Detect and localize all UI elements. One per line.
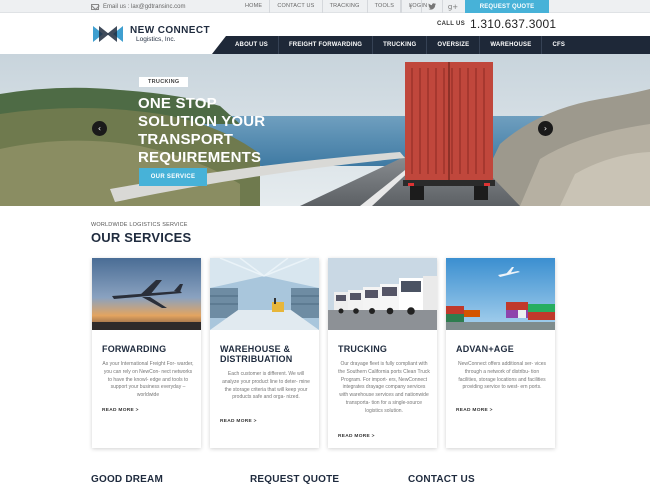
page: Email us : lax@gdtransinc.com HOME CONTA…: [0, 0, 650, 490]
read-more-link[interactable]: READ MORE >: [456, 408, 493, 413]
card-title: WAREHOUSE & DISTRIBUATION: [220, 344, 292, 364]
trucking-image: [328, 258, 437, 330]
top-nav-home[interactable]: HOME: [238, 0, 271, 13]
service-card-advantage[interactable]: ADVAN+AGE NewConnect offers additional s…: [446, 258, 555, 448]
card-description: NewConnect offers additional ser- vices …: [457, 361, 546, 391]
top-nav-contact-us[interactable]: CONTACT US: [270, 0, 323, 13]
email-link[interactable]: Email us : lax@gdtransinc.com: [91, 0, 185, 13]
read-more-link[interactable]: READ MORE >: [102, 408, 139, 413]
services-title: OUR SERVICES: [91, 230, 192, 245]
advantage-image: [446, 258, 555, 330]
service-card-trucking[interactable]: TRUCKING Our drayage fleet is fully comp…: [328, 258, 437, 448]
service-card-warehouse[interactable]: WAREHOUSE & DISTRIBUATION Each customer …: [210, 258, 319, 448]
card-title: ADVAN+AGE: [456, 344, 514, 354]
our-service-button[interactable]: OUR SERVICE: [139, 168, 207, 186]
footer-heading-contact-us: CONTACT US: [408, 474, 475, 485]
call-us-label: CALL US: [437, 21, 465, 27]
warehouse-image: [210, 258, 319, 330]
logo[interactable]: NEW CONNECT Logistics, Inc.: [91, 22, 210, 46]
service-card-forwarding[interactable]: FORWARDING As your International Freight…: [92, 258, 201, 448]
card-description: As your International Freight For- warde…: [102, 361, 194, 399]
logo-name: NEW CONNECT: [130, 24, 210, 36]
card-title-line: TRUCKING: [338, 344, 388, 354]
top-nav-tools[interactable]: TOOLS: [368, 0, 403, 13]
read-more-link[interactable]: READ MORE >: [220, 419, 257, 424]
social-links: f g+: [400, 0, 463, 13]
nav-about-us[interactable]: ABOUT US: [225, 36, 279, 54]
nav-oversize[interactable]: OVERSIZE: [427, 36, 481, 54]
logo-subname: Logistics, Inc.: [136, 35, 176, 43]
card-title: FORWARDING: [102, 344, 166, 354]
services-kicker: WORLDWIDE LOGISTICS SERVICE: [91, 222, 188, 228]
hero-badge: TRUCKING: [139, 77, 189, 87]
card-title-line: WAREHOUSE &: [220, 344, 291, 354]
phone-number[interactable]: 1.310.637.3001: [470, 17, 556, 31]
nav-warehouse[interactable]: WAREHOUSE: [480, 36, 543, 54]
top-nav-tracking[interactable]: TRACKING: [323, 0, 368, 13]
prev-slide-arrow-icon[interactable]: ‹: [92, 121, 107, 136]
card-description: Our drayage fleet is fully compliant wit…: [338, 361, 430, 414]
hero-title-line: ONE STOP: [138, 95, 217, 112]
read-more-link[interactable]: READ MORE >: [338, 434, 375, 439]
nav-freight-forwarding[interactable]: FREIGHT FORWARDING: [279, 36, 374, 54]
hero-title-line: SOLUTION YOUR: [138, 113, 266, 130]
footer-heading-request-quote: REQUEST QUOTE: [250, 474, 340, 485]
facebook-icon[interactable]: f: [400, 0, 421, 13]
hero-title-line: TRANSPORT: [138, 131, 234, 148]
request-quote-button[interactable]: REQUEST QUOTE: [465, 0, 549, 13]
logo-mark-icon: [91, 24, 125, 44]
card-title-line: DISTRIBUATION: [220, 354, 293, 364]
forwarding-image: [92, 258, 201, 330]
google-plus-icon[interactable]: g+: [442, 0, 463, 13]
nav-cfs[interactable]: CFS: [542, 36, 575, 54]
hero-slider: TRUCKING ONE STOP SOLUTION YOUR TRANSPOR…: [0, 54, 650, 206]
twitter-icon[interactable]: [421, 0, 442, 13]
card-description: Each customer is different. We will anal…: [222, 371, 310, 401]
hero-title-line: REQUIREMENTS: [138, 149, 262, 166]
top-bar: Email us : lax@gdtransinc.com HOME CONTA…: [0, 0, 650, 13]
email-text: Email us : lax@gdtransinc.com: [103, 3, 186, 10]
card-title: TRUCKING: [338, 344, 387, 354]
footer-heading-good-dream: GOOD DREAM: [91, 474, 163, 485]
main-nav: ABOUT US FREIGHT FORWARDING TRUCKING OVE…: [225, 36, 575, 54]
mail-icon: [91, 3, 99, 10]
next-slide-arrow-icon[interactable]: ›: [538, 121, 553, 136]
card-title-line: FORWARDING: [102, 344, 167, 354]
hero-title: ONE STOP SOLUTION YOUR TRANSPORT REQUIRE…: [138, 95, 338, 167]
card-title-line: ADVAN+AGE: [456, 344, 514, 354]
nav-trucking[interactable]: TRUCKING: [373, 36, 428, 54]
